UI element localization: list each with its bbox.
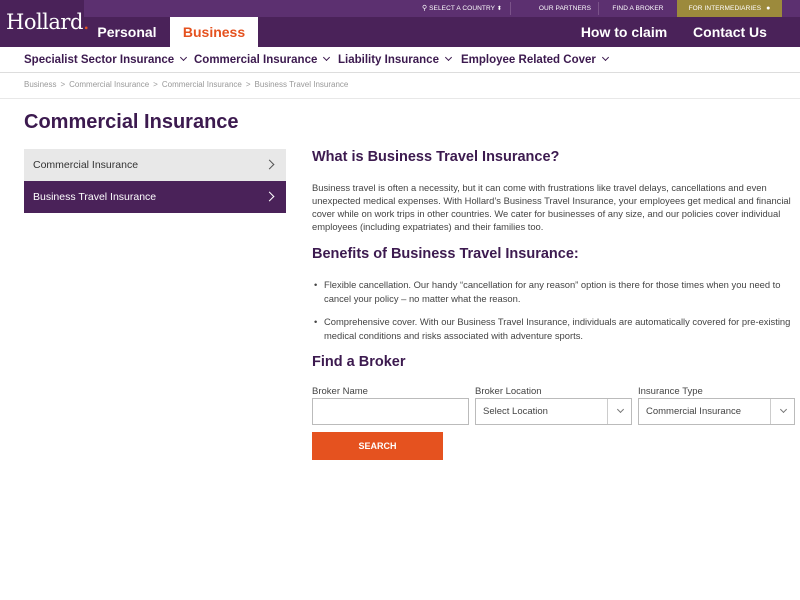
insurance-type-value: Commercial Insurance xyxy=(646,406,742,417)
nav-contact-us[interactable]: Contact Us xyxy=(676,17,784,47)
search-button[interactable]: SEARCH xyxy=(312,432,443,460)
find-broker-link[interactable]: FIND A BROKER xyxy=(600,0,676,17)
list-item: • Comprehensive cover. With our Business … xyxy=(314,315,798,342)
heading-find-broker: Find a Broker xyxy=(312,354,406,370)
bullet-icon: • xyxy=(314,279,318,290)
chevron-down-icon xyxy=(180,53,188,62)
location-pin-icon: ⚲ xyxy=(421,5,428,12)
side-menu-label: Business Travel Insurance xyxy=(33,191,157,203)
side-menu-commercial-insurance[interactable]: Commercial Insurance xyxy=(24,149,286,181)
nav-how-to-claim[interactable]: How to claim xyxy=(572,17,676,47)
broker-location-label: Broker Location xyxy=(475,386,542,397)
chevron-down-icon xyxy=(601,53,609,62)
chevron-right-icon xyxy=(264,159,275,170)
list-item: • Flexible cancellation. Our handy “cance… xyxy=(314,278,798,305)
breadcrumb-link[interactable]: Commercial Insurance xyxy=(69,80,149,89)
logo-link[interactable]: Hollard. xyxy=(0,0,90,47)
breadcrumb: Business > Commercial Insurance > Commercial… xyxy=(24,80,349,89)
site-header: Hollard. ⚲ SELECT A COUNTRY ⬍ OUR PARTNE… xyxy=(0,0,800,47)
chevron-down-icon xyxy=(323,53,331,62)
select-divider xyxy=(607,399,608,424)
bullet-icon: • xyxy=(314,316,318,327)
chevron-right-icon xyxy=(264,191,275,202)
sort-arrows-icon: ⬍ xyxy=(496,6,503,12)
list-item-text: Flexible cancellation. Our handy “cancel… xyxy=(324,279,781,304)
chevron-down-icon xyxy=(444,53,453,62)
main-nav: Personal Business How to claim Contact U… xyxy=(84,17,800,47)
breadcrumb-current: Business Travel Insurance xyxy=(254,80,349,89)
paragraph-what-is: Business travel is often a necessity, bu… xyxy=(312,182,791,232)
chevron-down-icon xyxy=(616,405,625,414)
utility-bar: ⚲ SELECT A COUNTRY ⬍ OUR PARTNERS FIND A… xyxy=(84,0,800,17)
sub-nav: Specialist Sector Insurance Commercial I… xyxy=(0,47,800,73)
heading-benefits: Benefits of Business Travel Insurance: xyxy=(312,246,579,262)
subnav-employee-related[interactable]: Employee Related Cover xyxy=(461,47,609,73)
select-divider xyxy=(770,399,771,424)
nav-business[interactable]: Business xyxy=(170,17,258,47)
subnav-commercial[interactable]: Commercial Insurance xyxy=(194,47,331,73)
breadcrumb-link[interactable]: Business xyxy=(24,80,56,89)
side-menu-business-travel[interactable]: Business Travel Insurance xyxy=(24,181,286,213)
subnav-label: Commercial Insurance xyxy=(194,54,318,66)
insurance-type-select[interactable]: Commercial Insurance xyxy=(638,398,795,425)
for-intermediaries-label: FOR INTERMEDIARIES xyxy=(688,5,762,12)
breadcrumb-link[interactable]: Commercial Insurance xyxy=(162,80,242,89)
subnav-label: Liability Insurance xyxy=(338,54,439,66)
heading-what-is: What is Business Travel Insurance? xyxy=(312,149,560,165)
broker-name-input[interactable] xyxy=(312,398,469,425)
broker-location-select[interactable]: Select Location xyxy=(475,398,632,425)
subnav-liability[interactable]: Liability Insurance xyxy=(338,47,453,73)
for-intermediaries-link[interactable]: FOR INTERMEDIARIES ● xyxy=(677,0,782,17)
select-country-label: SELECT A COUNTRY xyxy=(429,5,495,12)
list-item-text: Comprehensive cover. With our Business T… xyxy=(324,316,791,341)
subnav-label: Specialist Sector Insurance xyxy=(24,54,175,66)
user-icon: ● xyxy=(766,5,771,12)
logo: Hollard. xyxy=(6,10,90,34)
broker-name-label: Broker Name xyxy=(312,386,368,397)
side-menu-label: Commercial Insurance xyxy=(33,159,139,171)
nav-personal[interactable]: Personal xyxy=(84,17,170,47)
logo-text: Hollard xyxy=(6,10,83,34)
chevron-down-icon xyxy=(779,405,788,414)
divider xyxy=(0,98,800,99)
page-title: Commercial Insurance xyxy=(24,111,239,133)
broker-location-value: Select Location xyxy=(483,406,548,417)
subnav-specialist-sector[interactable]: Specialist Sector Insurance xyxy=(24,47,188,73)
insurance-type-label: Insurance Type xyxy=(638,386,703,397)
select-country-dropdown[interactable]: ⚲ SELECT A COUNTRY ⬍ xyxy=(418,0,506,17)
subnav-label: Employee Related Cover xyxy=(461,54,596,66)
